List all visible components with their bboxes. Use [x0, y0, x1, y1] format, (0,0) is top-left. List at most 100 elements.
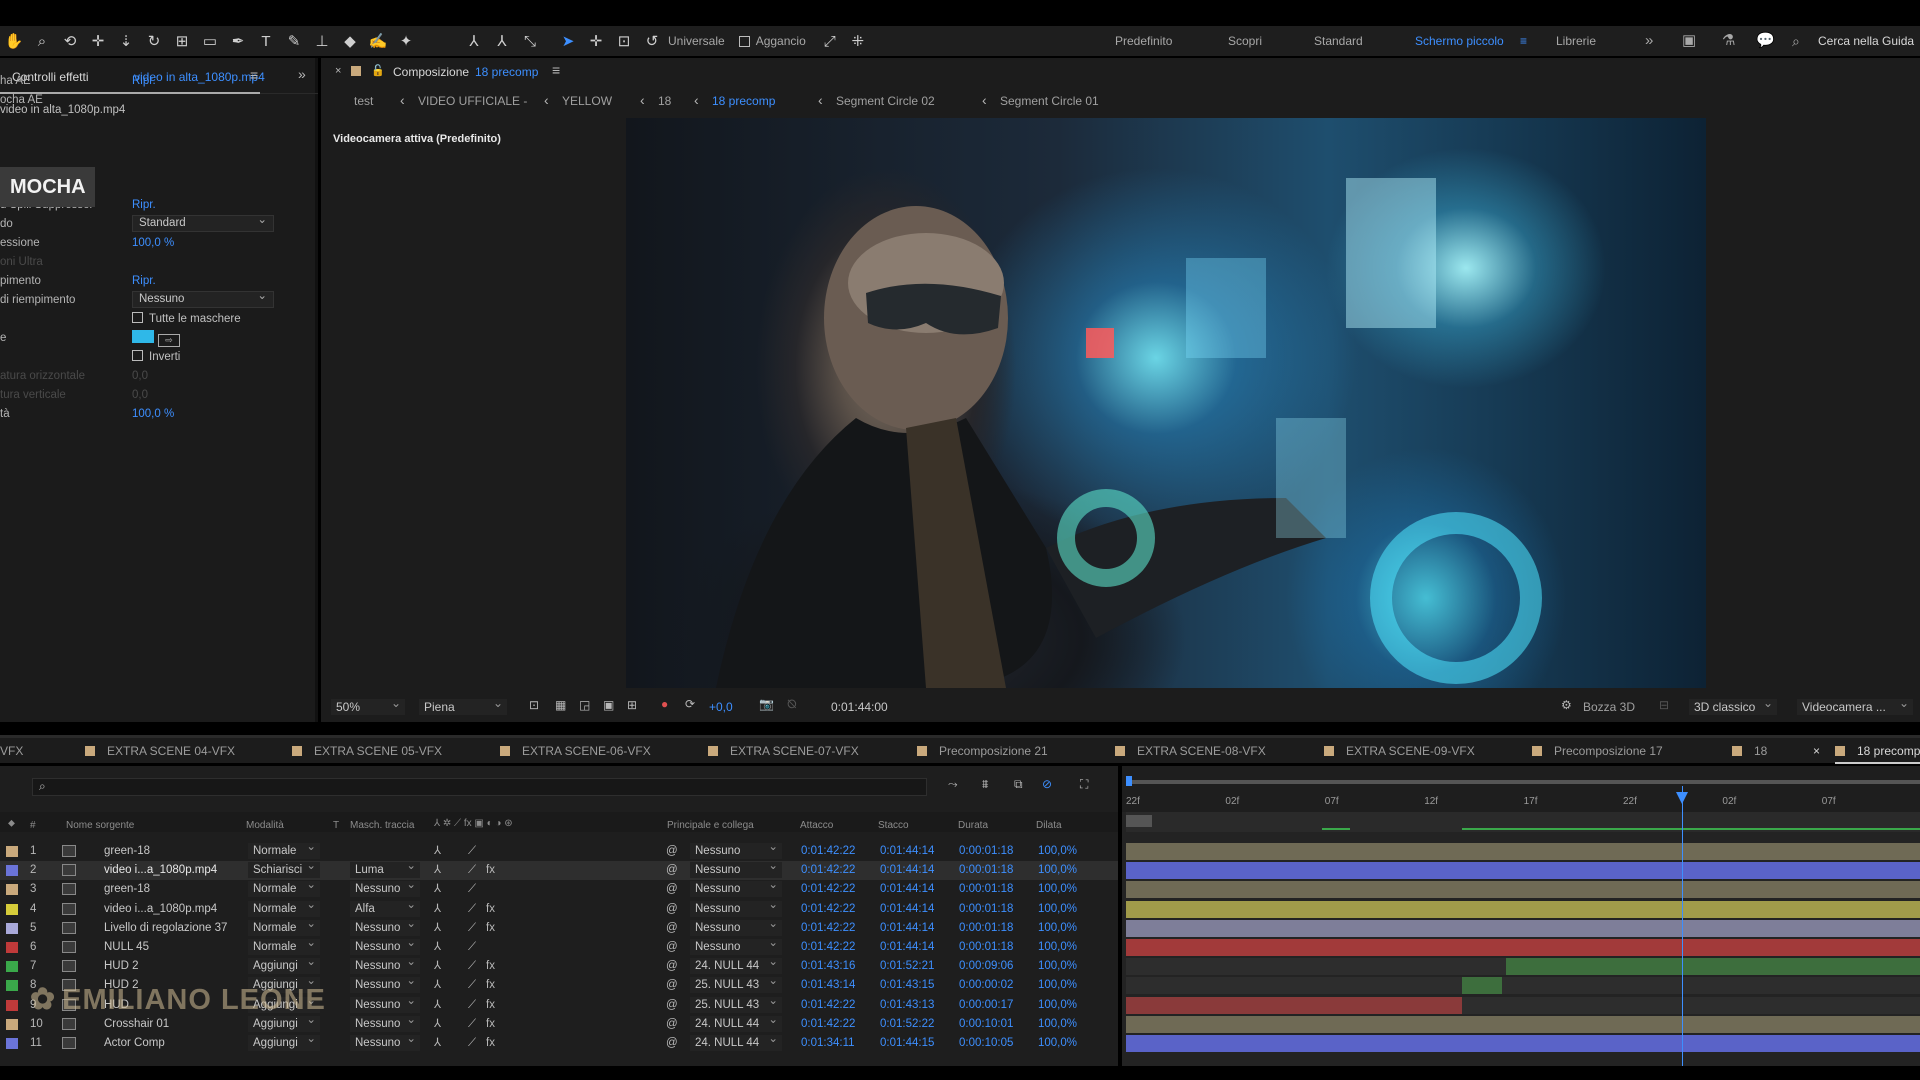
roto-brush-icon[interactable]: ✍ [367, 30, 389, 52]
eraser-icon[interactable]: ◆ [339, 30, 361, 52]
bar-segment[interactable] [1462, 977, 1502, 995]
blend-mode-dropdown[interactable]: Schiarisci [248, 858, 320, 879]
playhead-handle[interactable] [1676, 792, 1688, 804]
move-icon[interactable]: ✛ [585, 30, 607, 52]
shy-switch-icon[interactable]: ⅄ [434, 842, 441, 861]
layer-label-color[interactable] [6, 922, 18, 934]
layer-name[interactable]: green-18 [104, 880, 150, 899]
quality-switch-icon[interactable]: ⟋ [468, 938, 476, 957]
quality-switch-icon[interactable]: ⟋ [468, 861, 476, 880]
effects-switch-icon[interactable]: fx [486, 976, 495, 995]
layer-out-point[interactable]: 0:01:44:14 [880, 880, 934, 899]
puppet-icon[interactable]: ✦ [395, 30, 417, 52]
layer-label-color[interactable] [6, 980, 18, 992]
breadcrumb-item[interactable]: Segment Circle 02 [836, 94, 935, 108]
layer-out-point[interactable]: 0:01:43:13 [880, 996, 934, 1015]
layer-duration-bar[interactable] [1126, 881, 1920, 899]
layer-duration[interactable]: 0:00:01:18 [959, 938, 1013, 957]
layer-duration[interactable]: 0:00:01:18 [959, 919, 1013, 938]
track-matte-dropdown[interactable]: Nessuno [350, 973, 420, 994]
search-icon[interactable]: ⌕ [1792, 26, 1800, 56]
col-track-matte[interactable]: Masch. traccia [350, 820, 414, 831]
track-matte-dropdown[interactable]: Luma [350, 858, 420, 879]
mask-visibility-icon[interactable]: ◲ [579, 698, 590, 712]
timeline-tab[interactable]: EXTRA SCENE-07-VFX [708, 738, 859, 764]
timeline-tab[interactable]: EXTRA SCENE-06-VFX [500, 738, 651, 764]
layer-duration-bar[interactable] [1126, 996, 1920, 1014]
timeline-tab[interactable]: 18 [1732, 738, 1767, 764]
quality-switch-icon[interactable]: ⟋ [468, 957, 476, 976]
workspace-menu-icon[interactable]: ≡ [1520, 26, 1527, 56]
layer-stretch[interactable]: 100,0% [1038, 1015, 1077, 1034]
rectangle-icon[interactable]: ▭ [199, 30, 221, 52]
layer-duration[interactable]: 0:00:01:18 [959, 842, 1013, 861]
shy-layers-icon[interactable]: ⤳ [948, 777, 958, 792]
parent-dropdown[interactable]: Nessuno [690, 897, 782, 917]
dolly-icon[interactable]: ⇣ [115, 30, 137, 52]
track-matte-dropdown[interactable]: Nessuno [350, 877, 420, 898]
shy-switch-icon[interactable]: ⅄ [434, 1034, 441, 1053]
shy-switch-icon[interactable]: ⅄ [434, 938, 441, 957]
pan-behind-icon[interactable]: ⊞ [171, 30, 193, 52]
parent-dropdown[interactable]: Nessuno [690, 916, 782, 936]
layer-duration-bar[interactable] [1126, 900, 1920, 918]
timeline-tab[interactable]: EXTRA SCENE-08-VFX [1115, 738, 1266, 764]
comp-name[interactable]: 18 precomp [475, 65, 538, 79]
draft-3d-label[interactable]: Bozza 3D [1583, 700, 1635, 714]
draft-3d-timeline-icon[interactable]: ⛶ [1080, 777, 1088, 792]
close-tab-icon[interactable]: × [1813, 738, 1820, 764]
layer-in-point[interactable]: 0:01:42:22 [801, 880, 855, 899]
layer-label-color[interactable] [6, 865, 18, 877]
shy-switch-icon[interactable]: ⅄ [434, 957, 441, 976]
effect-prop-checkbox[interactable]: Tutte le maschere [132, 310, 241, 329]
pick-whip-icon[interactable]: @ [666, 842, 678, 861]
time-ruler[interactable]: 22f 02f 07f 12f 17f 22f 02f 07f [1122, 788, 1920, 812]
exposure-reset-icon[interactable]: ⟳ [685, 697, 695, 711]
workspace-schermo-piccolo[interactable]: Schermo piccolo [1415, 26, 1504, 56]
quality-switch-icon[interactable]: ⟋ [468, 1034, 476, 1053]
pick-whip-icon[interactable]: @ [666, 976, 678, 995]
layer-out-point[interactable]: 0:01:44:14 [880, 861, 934, 880]
learn-icon[interactable]: ⚗ [1722, 26, 1735, 56]
track-matte-dropdown[interactable]: Nessuno [350, 1031, 420, 1051]
layer-in-point[interactable]: 0:01:42:22 [801, 919, 855, 938]
layer-in-point[interactable]: 0:01:42:22 [801, 938, 855, 957]
extended-viewer-icon[interactable]: ⊟ [1659, 698, 1669, 712]
workspace-standard[interactable]: Standard [1314, 26, 1363, 56]
resolution-dropdown[interactable]: Piena [419, 695, 507, 715]
track-matte-dropdown[interactable]: Alfa [350, 897, 420, 917]
layer-in-point[interactable]: 0:01:42:22 [801, 861, 855, 880]
workspace-scopri[interactable]: Scopri [1228, 26, 1262, 56]
timeline-tab[interactable]: VFX [0, 738, 23, 764]
lock-icon[interactable]: 🔓 [371, 64, 385, 77]
col-source-name[interactable]: Nome sorgente [66, 820, 134, 831]
layer-duration-bar[interactable] [1126, 1035, 1920, 1052]
layer-stretch[interactable]: 100,0% [1038, 976, 1077, 995]
scale-icon[interactable]: ⊡ [613, 30, 635, 52]
pick-whip-icon[interactable]: @ [666, 919, 678, 938]
layer-stretch[interactable]: 100,0% [1038, 938, 1077, 957]
snap-checkbox[interactable] [738, 35, 750, 47]
layer-out-point[interactable]: 0:01:44:14 [880, 842, 934, 861]
zoom-dropdown[interactable]: 50% [331, 695, 405, 715]
layer-out-point[interactable]: 0:01:44:15 [880, 1034, 934, 1053]
layer-duration[interactable]: 0:00:01:18 [959, 900, 1013, 919]
blend-mode-dropdown[interactable]: Normale [248, 897, 320, 917]
rotate-icon[interactable]: ↻ [143, 30, 165, 52]
parent-dropdown[interactable]: 24. NULL 44 [690, 1012, 782, 1032]
effects-switch-icon[interactable]: fx [486, 996, 495, 1015]
layer-stretch[interactable]: 100,0% [1038, 861, 1077, 880]
layer-row[interactable]: 5 Livello di regolazione 37 Normale Nessuno… [0, 916, 1118, 938]
shy-switch-icon[interactable]: ⅄ [434, 880, 441, 899]
blend-mode-dropdown[interactable]: Aggiungi [248, 1031, 320, 1051]
checkbox-box[interactable] [132, 350, 143, 361]
bar-segment[interactable] [1126, 996, 1462, 1014]
region-of-interest-icon[interactable]: ⊡ [529, 698, 539, 712]
layer-row[interactable]: 2 video i...a_1080p.mp4 Schiarisci Luma ⅄ ⟋ fx… [0, 858, 1118, 881]
effects-switch-icon[interactable]: fx [486, 861, 495, 880]
timeline-tab[interactable]: Precomposizione 21 [917, 738, 1048, 764]
workspace-predefinito[interactable]: Predefinito [1115, 26, 1172, 56]
layer-label-color[interactable] [6, 999, 18, 1011]
current-time-display[interactable]: 0:01:44:00 [831, 700, 888, 714]
blend-mode-dropdown[interactable]: Normale [248, 839, 320, 859]
